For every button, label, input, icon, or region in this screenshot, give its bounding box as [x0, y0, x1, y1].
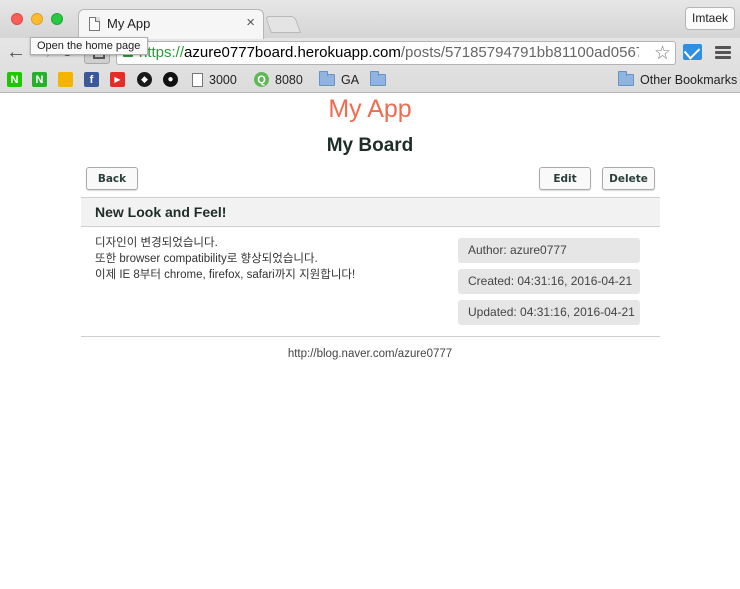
board-title: My Board — [326, 135, 414, 156]
tab-title: My App — [107, 16, 151, 31]
naver-n-green-icon: N — [7, 72, 22, 87]
browser-tab[interactable]: My App × — [78, 9, 264, 39]
home-tooltip: Open the home page — [30, 37, 148, 55]
url-host: azure0777board.herokuapp.com — [184, 44, 401, 61]
profile-button[interactable]: Imtaek — [685, 7, 735, 30]
bookmark-8080[interactable]: Q 8080 — [254, 71, 303, 88]
post-body-line: 디자인이 변경되었습니다. — [95, 237, 218, 249]
post-body: 디자인이 변경되었습니다. 또한 browser compatibility로 … — [95, 235, 455, 283]
browser-chrome: My App × Imtaek ← → ↻ https://azure0777b… — [0, 0, 740, 93]
bookmark-naver-1[interactable]: N — [7, 71, 22, 88]
address-bar[interactable]: https://azure0777board.herokuapp.com/pos… — [116, 41, 676, 65]
edit-button[interactable]: Edit — [539, 167, 591, 190]
bookmark-naver-2[interactable]: N — [32, 71, 47, 88]
delete-button[interactable]: Delete — [602, 167, 655, 190]
github-icon: ● — [163, 72, 178, 87]
bookmark-star-icon[interactable]: ☆ — [654, 42, 671, 65]
bookmark-folder-ga[interactable]: GA — [319, 70, 360, 88]
document-icon — [192, 72, 203, 87]
back-button[interactable]: Back — [86, 167, 138, 190]
bookmark-youtube[interactable]: ▶ — [110, 71, 125, 88]
bookmark-label: Other Bookmarks — [640, 72, 738, 87]
bookmark-label: GA — [341, 72, 360, 87]
codepen-icon: ◆ — [137, 72, 152, 87]
bookmark-label: 8080 — [275, 72, 303, 87]
back-arrow-icon[interactable]: ← — [6, 41, 26, 64]
bookmark-label: 3000 — [209, 72, 237, 87]
bookmark-codepen[interactable]: ◆ — [137, 71, 152, 88]
youtube-icon: ▶ — [110, 72, 125, 87]
app-title[interactable]: My App — [0, 95, 740, 124]
q-icon: Q — [254, 72, 269, 87]
created-badge: Created: 04:31:16, 2016-04-21 — [458, 269, 640, 294]
tab-close-icon[interactable]: × — [246, 14, 255, 31]
mail-extension-icon[interactable] — [683, 44, 702, 60]
minimize-window-button[interactable] — [31, 13, 43, 25]
bookmark-github[interactable]: ● — [163, 71, 178, 88]
footer-blog-link[interactable]: http://blog.naver.com/azure0777 — [0, 348, 740, 360]
bookmarks-bar: N N f ▶ ◆ ● 3000 Q 8080 GA Other Bookmar… — [0, 68, 740, 92]
naver-n-green-icon: N — [32, 72, 47, 87]
updated-badge: Updated: 04:31:16, 2016-04-21 — [458, 300, 640, 325]
bookmark-folder-unnamed[interactable] — [370, 70, 386, 88]
bookmark-other-bookmarks[interactable]: Other Bookmarks — [618, 70, 738, 88]
tab-strip: My App × Imtaek — [0, 0, 740, 39]
keep-bulb-icon — [58, 72, 73, 87]
bookmark-keep[interactable] — [58, 71, 73, 88]
author-badge: Author: azure0777 — [458, 238, 640, 263]
page-content: My App My Board Back Edit Delete New Loo… — [0, 93, 740, 589]
maximize-window-button[interactable] — [51, 13, 63, 25]
close-window-button[interactable] — [11, 13, 23, 25]
page-document-icon — [89, 17, 100, 31]
content-divider — [81, 336, 660, 337]
folder-icon — [319, 70, 335, 86]
post-header: New Look and Feel! — [81, 197, 660, 227]
facebook-icon: f — [84, 72, 99, 87]
bookmark-facebook[interactable]: f — [84, 71, 99, 88]
folder-icon — [618, 70, 634, 86]
post-body-line: 이제 IE 8부터 chrome, firefox, safari까지 지원합니… — [95, 269, 356, 281]
new-tab-button[interactable] — [264, 16, 302, 33]
bookmark-3000[interactable]: 3000 — [192, 71, 237, 88]
url-path: /posts/57185794791bb81100ad0567 — [400, 44, 639, 61]
post-body-line: 또한 browser compatibility로 향상되었습니다. — [95, 253, 318, 265]
folder-icon — [370, 70, 386, 86]
url-text[interactable]: https://azure0777board.herokuapp.com/pos… — [139, 44, 639, 61]
post-title: New Look and Feel! — [95, 204, 227, 220]
hamburger-menu-icon[interactable] — [715, 46, 731, 60]
